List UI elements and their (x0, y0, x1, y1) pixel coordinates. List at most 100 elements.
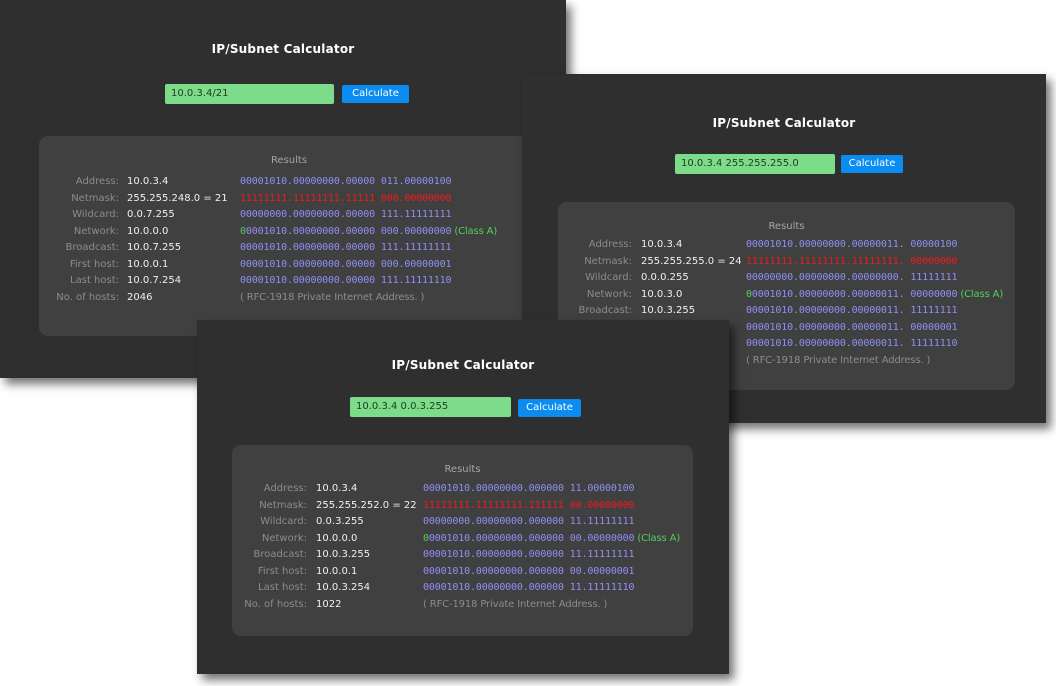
result-binary: 00001010.00000000.000000 11.00000100 (423, 483, 635, 494)
result-label: No. of hosts: (244, 598, 307, 610)
page-title: IP/Subnet Calculator (391, 358, 535, 372)
address-note: ( RFC-1918 Private Internet Address. ) (240, 291, 425, 303)
results-title: Results (444, 464, 481, 475)
result-binary: 00000000.00000000.00000000. 11111111 (746, 272, 958, 283)
result-binary: 00001010.00000000.00000011. 00000100 (746, 239, 958, 250)
calculate-button[interactable]: Calculate (342, 85, 409, 103)
class-label: (Class A) (637, 532, 681, 544)
calculate-button[interactable]: Calculate (841, 155, 903, 173)
result-value: 10.0.3.254 (316, 582, 371, 593)
address-note: ( RFC-1918 Private Internet Address. ) (746, 354, 931, 366)
result-label: First host: (257, 565, 307, 577)
result-label: Wildcard: (260, 516, 307, 527)
result-row: Address: 10.0.3.4 00001010.00000000.000000… (232, 483, 693, 499)
results-panel: Results Address: 10.0.3.4 00001010.0000000… (232, 445, 693, 636)
result-label: Last host: (70, 275, 119, 286)
result-row: Netmask: 255.255.252.0 = 22 11111111.11111… (232, 500, 693, 516)
results-title: Results (768, 221, 805, 232)
result-value: 0.0.0.255 (641, 272, 689, 283)
result-binary: 00001010.00000000.00000011. 00000001 (746, 321, 958, 333)
result-label: First host: (69, 258, 119, 270)
result-row: Network: 10.0.3.0 00001010.00000000.000000… (558, 289, 1015, 305)
result-label: Broadcast: (65, 242, 119, 253)
result-binary-rest: 0001010.00000000.00000 000.00000000 (245, 225, 452, 237)
result-binary: 00001010.00000000.00000011. 11111110 (746, 338, 958, 349)
result-value: 255.255.255.0 = 24 (641, 255, 742, 267)
result-binary: 00001010.00000000.00000 000.00000000 (Cla… (240, 226, 497, 237)
result-value: 10.0.0.1 (127, 258, 169, 270)
result-row: Last host: 10.0.3.254 00001010.00000000.00… (232, 582, 693, 598)
result-binary: 00001010.00000000.000000 11.11111110 (423, 582, 635, 593)
ip-input[interactable] (675, 154, 835, 174)
result-value: 10.0.3.255 (316, 549, 371, 560)
ip-input[interactable] (165, 84, 334, 104)
result-binary: 00001010.00000000.000000 00.00000000 (Cla… (423, 533, 680, 544)
page-title: IP/Subnet Calculator (712, 116, 856, 130)
result-value: 0.0.7.255 (127, 209, 175, 220)
result-label: Wildcard: (72, 209, 119, 220)
result-value: 10.0.3.4 (316, 483, 358, 494)
result-value: 10.0.0.0 (127, 225, 169, 237)
page-title: IP/Subnet Calculator (211, 42, 355, 56)
result-row: Wildcard: 0.0.0.255 00000000.00000000.0000… (558, 272, 1015, 288)
result-binary: 00001010.00000000.00000 011.00000100 (240, 176, 452, 187)
netmask-binary: 11111111.11111111.11111 000.00000000 (240, 192, 452, 204)
result-label: Netmask: (259, 499, 307, 511)
result-label: No. of hosts: (56, 291, 119, 303)
result-row: Netmask: 255.255.248.0 = 21 11111111.11111… (39, 193, 539, 209)
result-label: Address: (75, 176, 119, 187)
result-row: Wildcard: 0.0.3.255 00000000.00000000.0000… (232, 516, 693, 532)
result-value: 255.255.248.0 = 21 (127, 192, 228, 204)
result-row: First host: 10.0.0.1 00001010.00000000.000… (39, 259, 539, 275)
result-row: Broadcast: 10.0.7.255 00001010.00000000.00… (39, 242, 539, 258)
result-binary: 00001010.00000000.00000011. 00000000 (Cla… (746, 289, 1003, 300)
result-row: Broadcast: 10.0.3.255 00001010.00000000.00… (232, 549, 693, 565)
calculator-window-3: IP/Subnet Calculator Calculate Results A… (197, 320, 729, 674)
result-label: Broadcast: (253, 549, 307, 560)
result-label: Network: (261, 532, 307, 544)
result-value: 10.0.0.0 (316, 532, 358, 544)
result-row: Network: 10.0.0.0 00001010.00000000.00000 … (39, 226, 539, 242)
result-row: Network: 10.0.0.0 00001010.00000000.000000… (232, 533, 693, 549)
result-row: Broadcast: 10.0.3.255 00001010.00000000.00… (558, 305, 1015, 321)
result-binary: 00001010.00000000.00000 111.11111111 (240, 242, 452, 253)
result-binary: 00001010.00000000.00000 000.00000001 (240, 258, 452, 270)
result-value: 10.0.0.1 (316, 565, 358, 577)
result-value: 10.0.7.255 (127, 242, 182, 253)
result-row: Netmask: 255.255.255.0 = 24 11111111.11111… (558, 256, 1015, 272)
result-value: 255.255.252.0 = 22 (316, 499, 417, 511)
result-binary: 00001010.00000000.000000 11.11111111 (423, 549, 635, 560)
result-row: Wildcard: 0.0.7.255 00000000.00000000.0000… (39, 209, 539, 225)
result-label: Last host: (258, 582, 307, 593)
result-value: 10.0.3.4 (641, 239, 683, 250)
result-value: 10.0.7.254 (127, 275, 182, 286)
netmask-binary: 11111111.11111111.111111 00.00000000 (423, 499, 635, 511)
result-value: 10.0.3.255 (641, 305, 696, 316)
result-binary: 00001010.00000000.000000 00.00000001 (423, 565, 635, 577)
netmask-binary: 11111111.11111111.11111111. 00000000 (746, 255, 958, 267)
result-value: 0.0.3.255 (316, 516, 364, 527)
result-label: Address: (588, 239, 632, 250)
result-label: Wildcard: (585, 272, 632, 283)
result-row: Address: 10.0.3.4 00001010.00000000.000000… (558, 239, 1015, 255)
result-value: 10.0.3.4 (127, 176, 169, 187)
result-row: Address: 10.0.3.4 00001010.00000000.00000 … (39, 176, 539, 192)
result-binary-rest: 0001010.00000000.00000011. 00000000 (751, 288, 958, 300)
result-label: Network: (73, 225, 119, 237)
result-row: Last host: 10.0.7.254 00001010.00000000.00… (39, 275, 539, 291)
result-value: 10.0.3.0 (641, 288, 683, 300)
result-row: First host: 10.0.0.1 00001010.00000000.000… (232, 566, 693, 582)
result-row: No. of hosts: 1022 ( RFC-1918 Private Inte… (232, 599, 693, 615)
class-label: (Class A) (454, 225, 498, 237)
result-binary: 00001010.00000000.00000011. 11111111 (746, 305, 958, 316)
result-binary-rest: 0001010.00000000.000000 00.00000000 (428, 532, 635, 544)
result-binary: 00000000.00000000.000000 11.11111111 (423, 516, 635, 527)
result-label: Broadcast: (578, 305, 632, 316)
result-label: Netmask: (71, 192, 119, 204)
results-title: Results (270, 155, 308, 166)
result-binary: 00001010.00000000.00000 111.11111110 (240, 275, 452, 286)
result-value: 2046 (127, 291, 153, 303)
ip-input[interactable] (350, 397, 511, 417)
result-binary: 00000000.00000000.00000 111.11111111 (240, 209, 452, 220)
calculate-button[interactable]: Calculate (518, 399, 581, 417)
